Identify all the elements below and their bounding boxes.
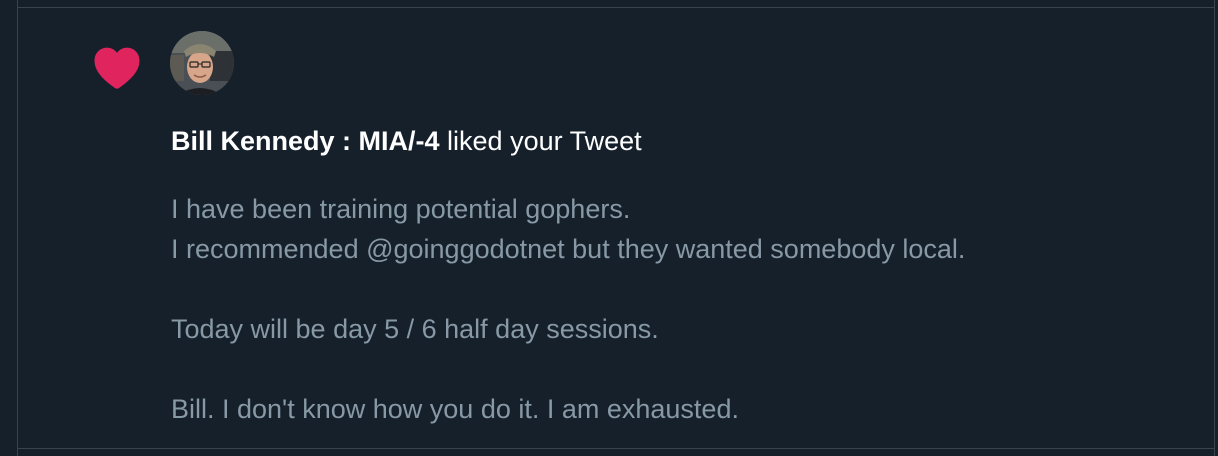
divider-bottom [18,448,1214,449]
action-text: liked your Tweet [439,126,642,156]
tweet-line: Today will be day 5 / 6 half day session… [171,314,659,344]
notification-headline: Bill Kennedy : MIA/-4 liked your Tweet [171,124,642,158]
tweet-line: Bill. I don't know how you do it. I am e… [171,394,739,424]
avatar[interactable] [170,31,234,95]
tweet-text: I have been training potential gophers. … [171,189,965,429]
tweet-line: I have been training potential gophers. [171,194,631,224]
notification-frame: Bill Kennedy : MIA/-4 liked your Tweet I… [17,0,1215,456]
avatar-image [170,31,234,95]
like-notification[interactable]: Bill Kennedy : MIA/-4 liked your Tweet I… [18,8,1214,448]
actor-name-link[interactable]: Bill Kennedy : MIA/-4 [171,126,440,156]
heart-icon [94,47,140,89]
tweet-line: I recommended @goinggodotnet but they wa… [171,234,966,264]
